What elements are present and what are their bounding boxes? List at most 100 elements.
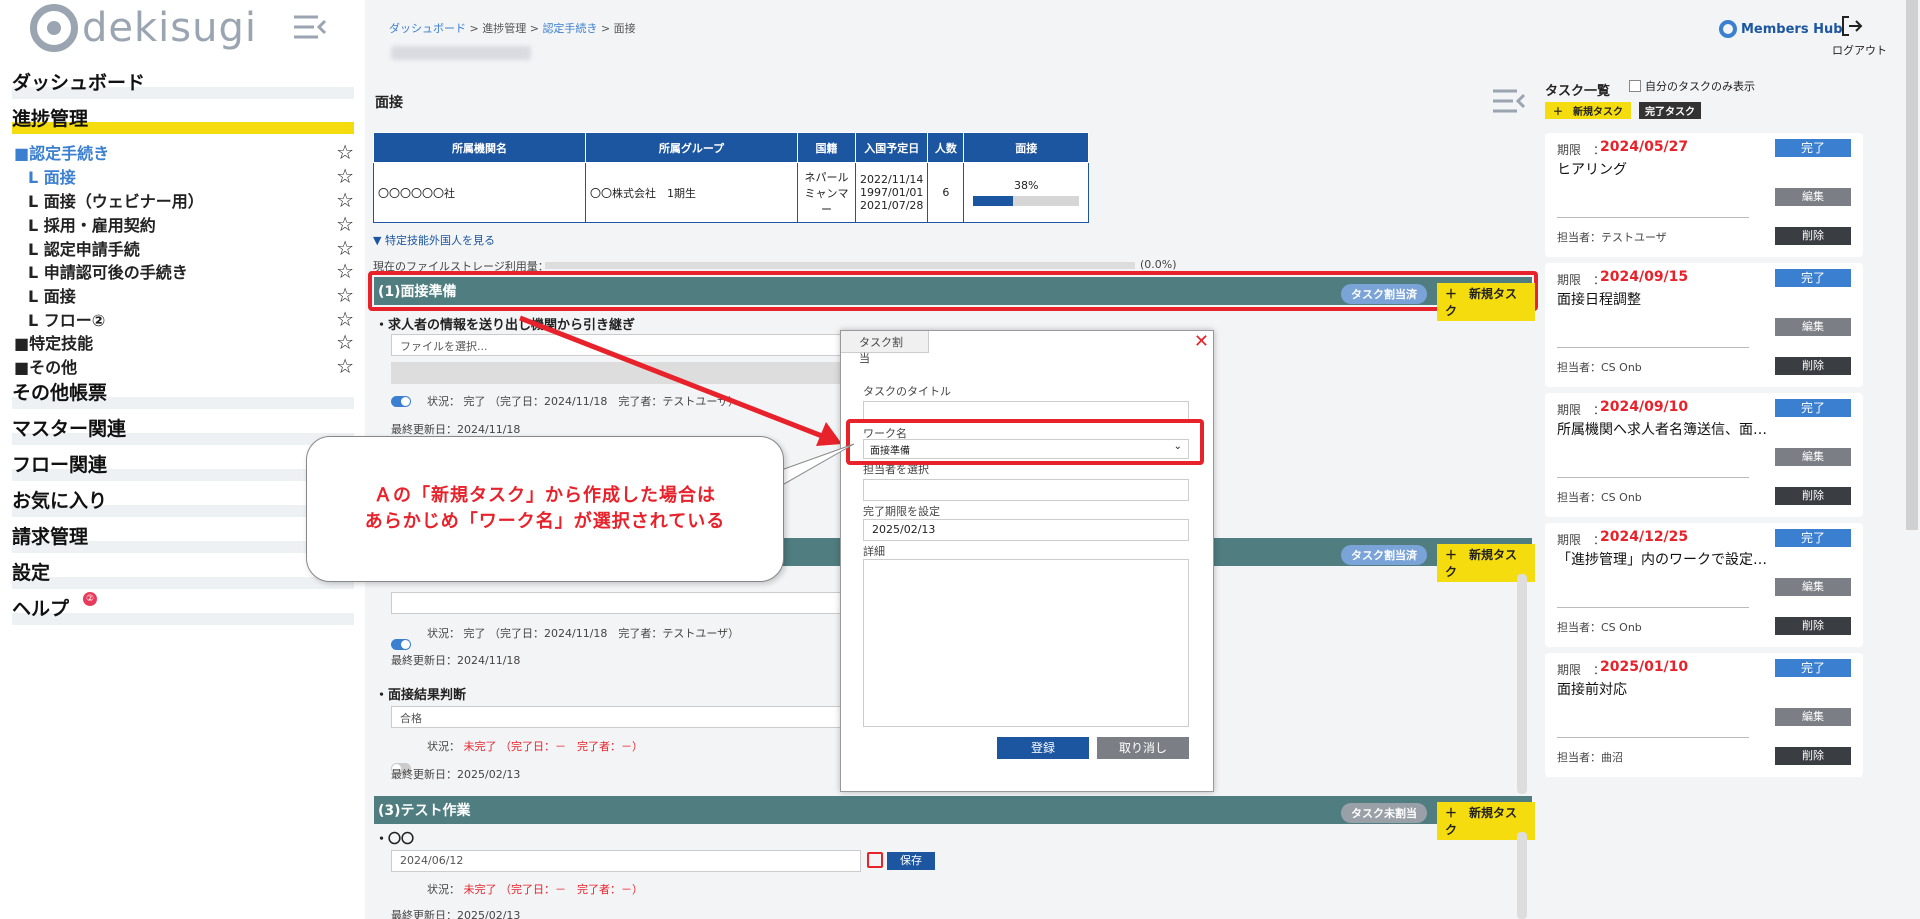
- file-select-input[interactable]: ファイルを選択...: [391, 334, 851, 356]
- favorite-star-icon[interactable]: ☆: [336, 283, 354, 307]
- calendar-icon[interactable]: [867, 852, 883, 868]
- delete-button[interactable]: 削除: [1775, 357, 1851, 375]
- nav-sub-mensetsu[interactable]: L 面接 ☆: [28, 164, 354, 188]
- page-scrollbar[interactable]: [1906, 0, 1918, 530]
- nav-sub-mensetsu-2[interactable]: L 面接 ☆: [28, 283, 354, 307]
- nav-help[interactable]: ヘルプ: [12, 594, 354, 625]
- favorite-star-icon[interactable]: ☆: [336, 140, 354, 164]
- nav-favorites[interactable]: お気に入り: [12, 486, 354, 517]
- new-task-tab[interactable]: ＋ 新規タスク: [1545, 102, 1631, 119]
- complete-button[interactable]: 完了: [1775, 399, 1851, 417]
- breadcrumb-ninte[interactable]: 認定手続き: [542, 22, 597, 35]
- work-input[interactable]: [391, 592, 851, 614]
- close-icon[interactable]: ✕: [1194, 331, 1209, 352]
- edit-button[interactable]: 編集: [1775, 188, 1851, 206]
- favorite-star-icon[interactable]: ☆: [336, 164, 354, 188]
- favorite-star-icon[interactable]: ☆: [336, 188, 354, 212]
- foreign-workers-link[interactable]: ▼ 特定技能外国人を見る: [373, 232, 495, 248]
- detail-textarea[interactable]: [863, 559, 1189, 727]
- nav-master[interactable]: マスター関連: [12, 414, 354, 445]
- divider: [1557, 737, 1749, 738]
- only-mine-checkbox[interactable]: [1629, 80, 1641, 92]
- delete-button[interactable]: 削除: [1775, 487, 1851, 505]
- favorite-star-icon[interactable]: ☆: [336, 212, 354, 236]
- complete-button[interactable]: 完了: [1775, 659, 1851, 677]
- task-title: ヒアリング: [1557, 162, 1627, 178]
- deadline-date: 2025/01/10: [1600, 659, 1689, 675]
- brand-logo[interactable]: dekisugi: [30, 4, 257, 52]
- nav-progress[interactable]: 進捗管理: [12, 104, 354, 134]
- nav-sub-label: ■その他: [14, 358, 78, 377]
- logout-button[interactable]: [1837, 14, 1867, 41]
- favorite-star-icon[interactable]: ☆: [336, 330, 354, 354]
- work-title: ・面接結果判断: [375, 688, 467, 703]
- panel-collapse-icon[interactable]: [1491, 88, 1527, 114]
- favorite-star-icon[interactable]: ☆: [336, 236, 354, 260]
- save-button[interactable]: 保存: [887, 852, 935, 870]
- nav-other-forms[interactable]: その他帳票: [12, 378, 354, 409]
- nav-sub-tokutei[interactable]: ■特定技能 ☆: [14, 330, 354, 354]
- complete-button[interactable]: 完了: [1775, 269, 1851, 287]
- td-count: 6: [927, 162, 965, 223]
- work-title: ・〇〇: [375, 832, 415, 847]
- edit-button[interactable]: 編集: [1775, 318, 1851, 336]
- nav-sub-label: L 面接: [28, 287, 76, 306]
- nav-sub-saiyou[interactable]: L 採用・雇用契約 ☆: [28, 212, 354, 236]
- nav-sub-ninka[interactable]: L 申請認可後の手続き ☆: [28, 259, 354, 283]
- td-group: 〇〇株式会社 1期生: [585, 162, 798, 223]
- nav-sub-sonota[interactable]: ■その他 ☆: [14, 354, 354, 378]
- status-toggle[interactable]: [391, 639, 411, 650]
- edit-button[interactable]: 編集: [1775, 708, 1851, 726]
- task-card[interactable]: 期限 ： 2024/12/25 「進捗管理」内のワークで設定… 担当者：CS O…: [1545, 523, 1863, 647]
- breadcrumb-dashboard[interactable]: ダッシュボード: [389, 22, 466, 35]
- modal-tab[interactable]: タスク割当: [841, 331, 929, 365]
- menu-collapse-icon[interactable]: [292, 14, 328, 40]
- nav-label: マスター関連: [12, 418, 127, 440]
- nav-sub-shinsei[interactable]: L 認定申請手続 ☆: [28, 236, 354, 260]
- th-count: 人数: [927, 132, 965, 163]
- status-label: 状況：: [427, 883, 460, 896]
- status-value: 未完了: [463, 883, 497, 896]
- td-progress: 38%: [963, 162, 1089, 223]
- task-card[interactable]: 期限 ： 2024/09/10 所属機関へ求人者名簿送信、面… 担当者：CS O…: [1545, 393, 1863, 517]
- done-task-tab[interactable]: 完了タスク: [1639, 102, 1701, 119]
- members-hub-link[interactable]: Members Hub: [1719, 20, 1843, 38]
- section-scrollbar[interactable]: [1517, 574, 1527, 794]
- nav-settings[interactable]: 設定: [12, 558, 354, 589]
- nav-sub-ninte[interactable]: ■認定手続き ☆: [14, 140, 354, 164]
- nav-billing[interactable]: 請求管理: [12, 522, 354, 553]
- nav-sub-flow2[interactable]: L フロー② ☆: [28, 307, 354, 331]
- storage-bar: [545, 262, 1135, 269]
- complete-button[interactable]: 完了: [1775, 529, 1851, 547]
- task-card[interactable]: 期限 ： 2025/01/10 面接前対応 担当者：曲沼 完了 編集 削除: [1545, 653, 1863, 777]
- delete-button[interactable]: 削除: [1775, 227, 1851, 245]
- status-toggle[interactable]: [391, 396, 411, 407]
- delete-button[interactable]: 削除: [1775, 617, 1851, 635]
- breadcrumb-sep: >: [529, 22, 539, 35]
- edit-button[interactable]: 編集: [1775, 578, 1851, 596]
- favorite-star-icon[interactable]: ☆: [336, 354, 354, 378]
- cancel-button[interactable]: 取り消し: [1097, 737, 1189, 759]
- nav-sub-webinar[interactable]: L 面接（ウェビナー用） ☆: [28, 188, 354, 212]
- callout-line-1: Ａの「新規タスク」から作成した場合は: [374, 485, 716, 506]
- breadcrumb-progress[interactable]: 進捗管理: [482, 22, 526, 35]
- task-card[interactable]: 期限 ： 2024/05/27 ヒアリング 担当者：テストユーザ 完了 編集 削…: [1545, 133, 1863, 257]
- task-card[interactable]: 期限 ： 2024/09/15 面接日程調整 担当者：CS Onb 完了 編集 …: [1545, 263, 1863, 387]
- complete-button[interactable]: 完了: [1775, 139, 1851, 157]
- nav-flow[interactable]: フロー関連: [12, 450, 354, 481]
- favorite-star-icon[interactable]: ☆: [336, 259, 354, 283]
- date-input[interactable]: 2024/06/12: [391, 850, 861, 872]
- section-scrollbar[interactable]: [1517, 832, 1527, 919]
- new-task-button[interactable]: ＋ 新規タスク: [1437, 283, 1535, 321]
- nav-dashboard[interactable]: ダッシュボード: [12, 68, 354, 99]
- deadline-input[interactable]: 2025/02/13: [863, 519, 1189, 541]
- result-select[interactable]: 合格: [391, 706, 851, 728]
- assignee-select[interactable]: [863, 479, 1189, 501]
- favorite-star-icon[interactable]: ☆: [336, 307, 354, 331]
- breadcrumb-sep: >: [600, 22, 611, 35]
- status-detail: （完了日：－ 完了者：－）: [500, 740, 643, 753]
- submit-button[interactable]: 登録: [997, 737, 1089, 759]
- delete-button[interactable]: 削除: [1775, 747, 1851, 765]
- edit-button[interactable]: 編集: [1775, 448, 1851, 466]
- status-value: 完了: [463, 395, 486, 408]
